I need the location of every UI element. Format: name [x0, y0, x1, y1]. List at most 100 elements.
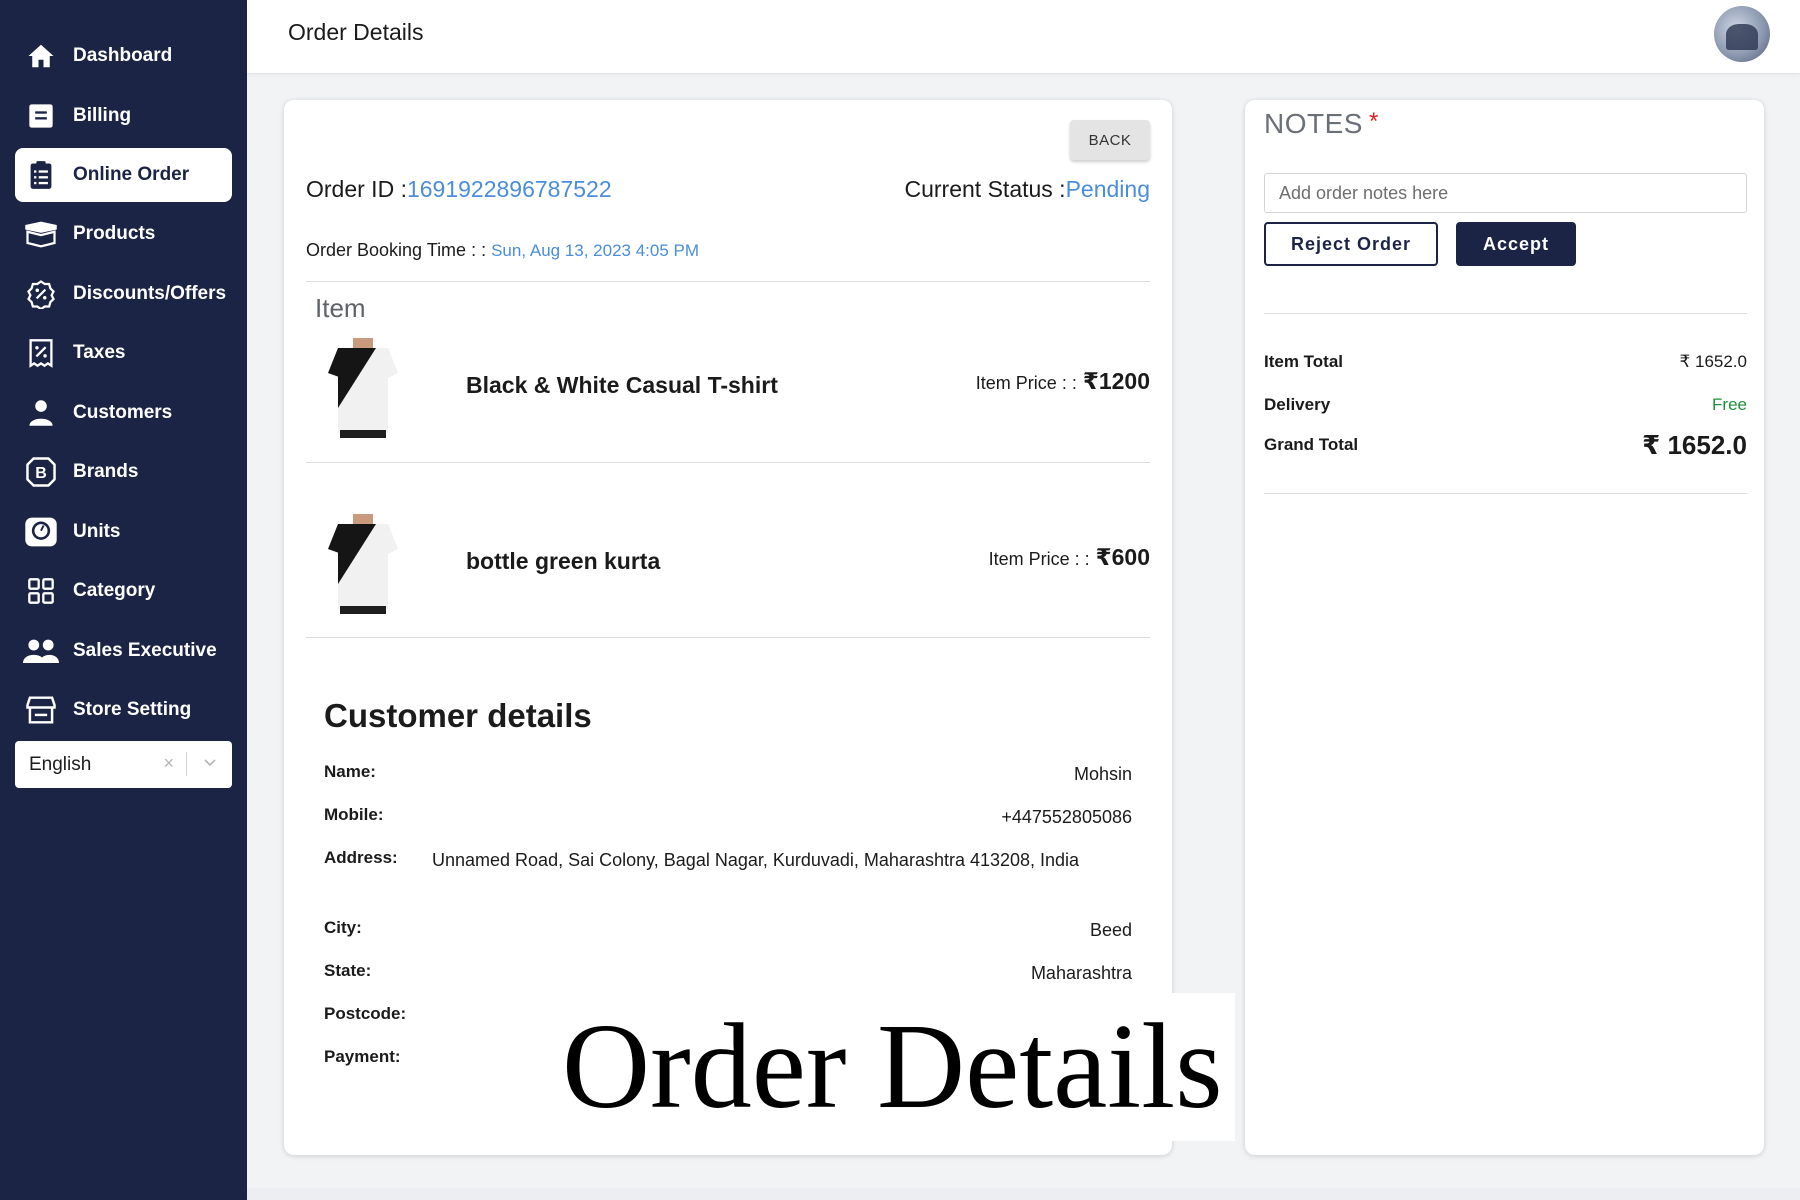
product-image	[328, 338, 398, 438]
sidebar-item-label: Discounts/Offers	[73, 283, 227, 304]
grid-icon	[23, 573, 59, 609]
status-label: Current Status :	[904, 176, 1066, 202]
sidebar-item-label: Products	[73, 223, 156, 244]
sidebar-item-taxes[interactable]: Taxes	[15, 326, 232, 380]
reject-order-button[interactable]: Reject Order	[1264, 222, 1438, 266]
state-label: State:	[324, 961, 372, 980]
sidebar-item-label: Taxes	[73, 342, 126, 363]
state-value: Maharashtra	[1030, 963, 1132, 983]
order-id: Order ID :1691922896787522	[306, 176, 612, 203]
sidebar-item-online-order[interactable]: Online Order	[15, 148, 232, 202]
status-badge: Pending	[1065, 176, 1150, 202]
item-price: Item Price : : ₹1200	[976, 368, 1150, 395]
discount-icon	[23, 276, 59, 312]
svg-text:B: B	[35, 465, 47, 482]
clear-icon[interactable]: ×	[163, 753, 174, 774]
notes-title-text: NOTES	[1264, 108, 1363, 139]
clipboard-icon	[23, 157, 59, 193]
city-value: Beed	[1089, 920, 1132, 940]
sidebar-item-label: Store Setting	[73, 699, 192, 720]
caption-overlay: Order Details	[552, 993, 1235, 1141]
notes-card: NOTES* Reject Order Accept Item Total ₹ …	[1245, 100, 1764, 1155]
language-value: English	[29, 753, 92, 775]
scale-icon	[23, 514, 59, 550]
sidebar-item-label: Brands	[73, 461, 139, 482]
order-notes-input[interactable]	[1264, 173, 1747, 213]
user-icon	[23, 395, 59, 431]
footer-strip	[247, 1188, 1800, 1200]
item-total-value: ₹ 1652.0	[1679, 352, 1747, 371]
divider	[306, 281, 1150, 282]
receipt-icon	[23, 335, 59, 371]
item-total-label: Item Total	[1264, 352, 1344, 371]
sidebar-item-units[interactable]: Units	[15, 505, 232, 559]
address-value: Unnamed Road, Sai Colony, Bagal Nagar, K…	[432, 850, 1080, 870]
order-id-label: Order ID :	[306, 176, 407, 202]
sidebar-item-billing[interactable]: Billing	[15, 89, 232, 143]
postcode-label: Postcode:	[324, 1004, 407, 1023]
delivery-value: Free	[1712, 395, 1747, 414]
item-price-label: Item Price : :	[988, 549, 1090, 569]
product-image	[328, 514, 398, 614]
sidebar-item-label: Online Order	[73, 164, 190, 185]
required-asterisk: *	[1368, 108, 1379, 135]
item-name: bottle green kurta	[466, 548, 661, 574]
sidebar-item-sales-executive[interactable]: Sales Executive	[15, 624, 232, 678]
sidebar-item-products[interactable]: Products	[15, 207, 232, 261]
mobile-label: Mobile:	[324, 805, 384, 824]
city-label: City:	[324, 918, 362, 937]
booking-label: Order Booking Time : :	[306, 240, 487, 260]
sidebar-item-label: Billing	[73, 105, 132, 126]
name-label: Name:	[324, 762, 376, 781]
divider	[1264, 313, 1747, 314]
payment-label: Payment:	[324, 1047, 401, 1066]
order-status: Current Status :Pending	[905, 176, 1151, 203]
top-header: Order Details	[247, 0, 1800, 74]
accept-button[interactable]: Accept	[1456, 222, 1576, 266]
booking-value: Sun, Aug 13, 2023 4:05 PM	[491, 241, 700, 260]
order-id-value: 1691922896787522	[406, 176, 612, 202]
brand-icon: B	[23, 454, 59, 490]
avatar[interactable]	[1714, 6, 1770, 62]
sidebar-item-customers[interactable]: Customers	[15, 386, 232, 440]
language-select[interactable]: English ×	[15, 741, 232, 788]
item-price-value: ₹1200	[1082, 368, 1150, 394]
divider	[306, 462, 1150, 463]
sidebar-item-category[interactable]: Category	[15, 564, 232, 618]
sidebar-item-label: Units	[73, 521, 121, 542]
page-title: Order Details	[288, 19, 424, 45]
item-price: Item Price : : ₹600	[989, 544, 1150, 571]
billing-icon	[23, 98, 59, 134]
sidebar-item-label: Customers	[73, 402, 173, 423]
grand-total-value: ₹ 1652.0	[1642, 430, 1747, 460]
name-value: Mohsin	[1073, 764, 1132, 784]
item-heading: Item	[315, 293, 366, 323]
item-name: Black & White Casual T-shirt	[466, 372, 778, 398]
grand-total-label: Grand Total	[1264, 435, 1359, 454]
chevron-down-icon[interactable]	[202, 755, 218, 777]
list-item: Black & White Casual T-shirt Item Price …	[306, 338, 1150, 448]
select-divider	[186, 752, 187, 776]
store-icon	[23, 692, 59, 728]
address-label: Address:	[324, 848, 398, 867]
mobile-value: +447552805086	[1001, 807, 1132, 827]
customer-details-title: Customer details	[324, 697, 592, 734]
booking-time: Order Booking Time : : Sun, Aug 13, 2023…	[306, 240, 699, 261]
back-button[interactable]: BACK	[1070, 120, 1150, 160]
users-icon	[23, 633, 59, 669]
box-icon	[23, 216, 59, 252]
sidebar-item-label: Category	[73, 580, 156, 601]
divider	[1264, 493, 1747, 494]
sidebar-item-label: Sales Executive	[73, 640, 217, 661]
list-item: bottle green kurta Item Price : : ₹600	[306, 514, 1150, 624]
home-icon	[23, 38, 59, 74]
sidebar-item-dashboard[interactable]: Dashboard	[15, 29, 232, 83]
item-price-value: ₹600	[1095, 544, 1150, 570]
sidebar-item-label: Dashboard	[73, 45, 173, 66]
sidebar-item-store-setting[interactable]: Store Setting	[15, 683, 232, 737]
sidebar-item-brands[interactable]: B Brands	[15, 445, 232, 499]
notes-title: NOTES *	[1264, 108, 1379, 140]
divider	[306, 637, 1150, 638]
sidebar-item-discounts[interactable]: Discounts/Offers	[15, 267, 232, 321]
item-price-label: Item Price : :	[975, 373, 1077, 393]
